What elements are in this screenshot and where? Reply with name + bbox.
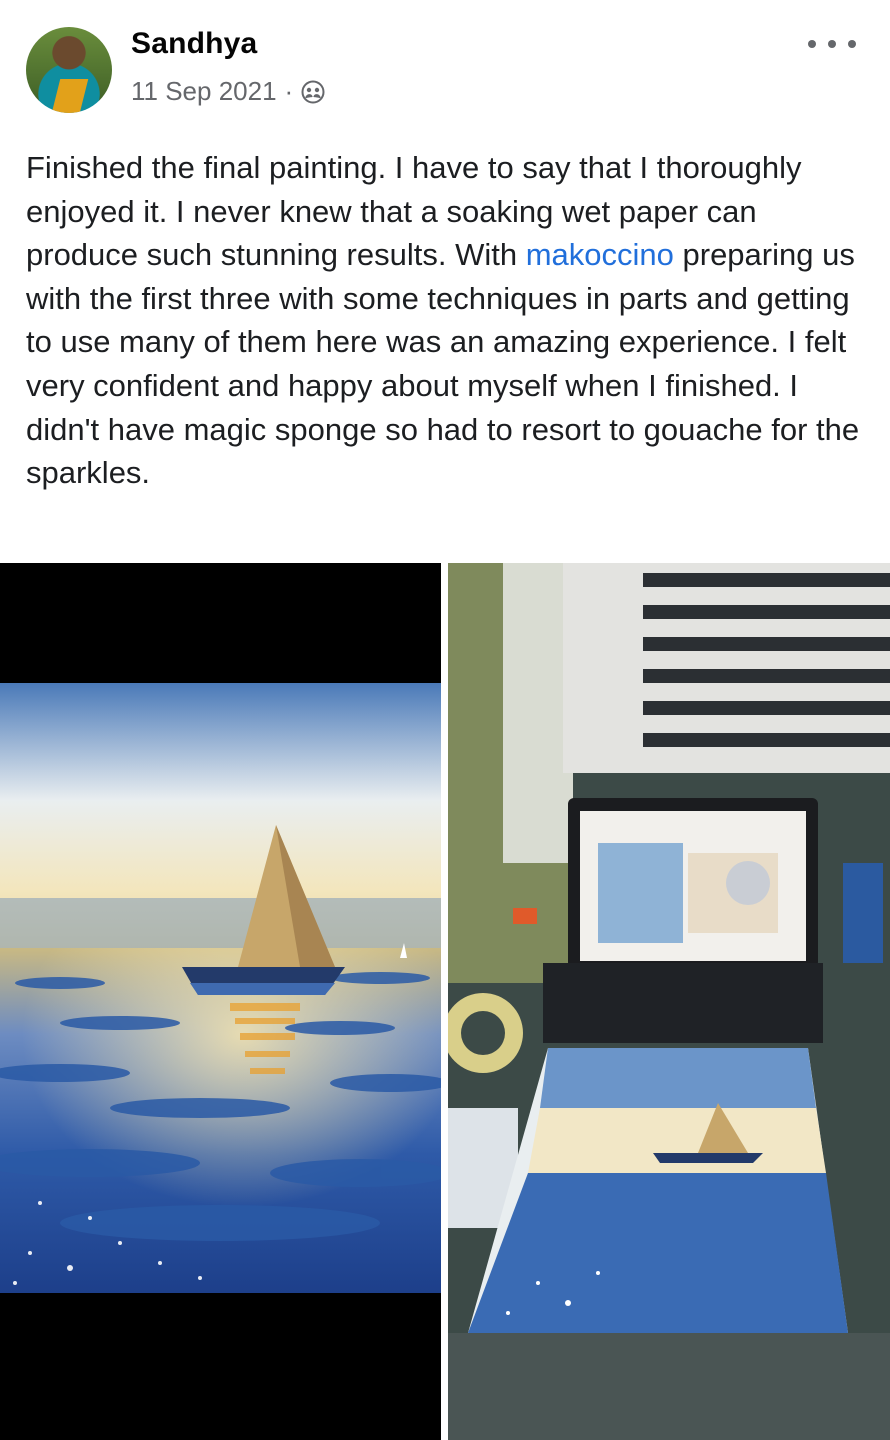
post-meta: 11 Sep 2021 · [131, 76, 325, 107]
more-options-icon[interactable] [808, 30, 856, 58]
avatar[interactable] [26, 27, 112, 113]
author-name[interactable]: Sandhya [131, 27, 257, 61]
desk-setup-photo[interactable] [448, 563, 890, 1440]
painting-closeup-photo[interactable] [0, 563, 441, 1440]
friends-icon [301, 80, 325, 104]
meta-separator: · [284, 76, 294, 106]
post-date[interactable]: 11 Sep 2021 [131, 76, 277, 107]
post-text-part-2: preparing us with the first three with s… [26, 237, 860, 491]
post-text: Finished the final painting. I have to s… [26, 146, 866, 495]
avatar-image [51, 79, 89, 113]
mention-link[interactable]: makoccino [526, 237, 674, 272]
post-header: Sandhya 11 Sep 2021 · [0, 0, 890, 130]
